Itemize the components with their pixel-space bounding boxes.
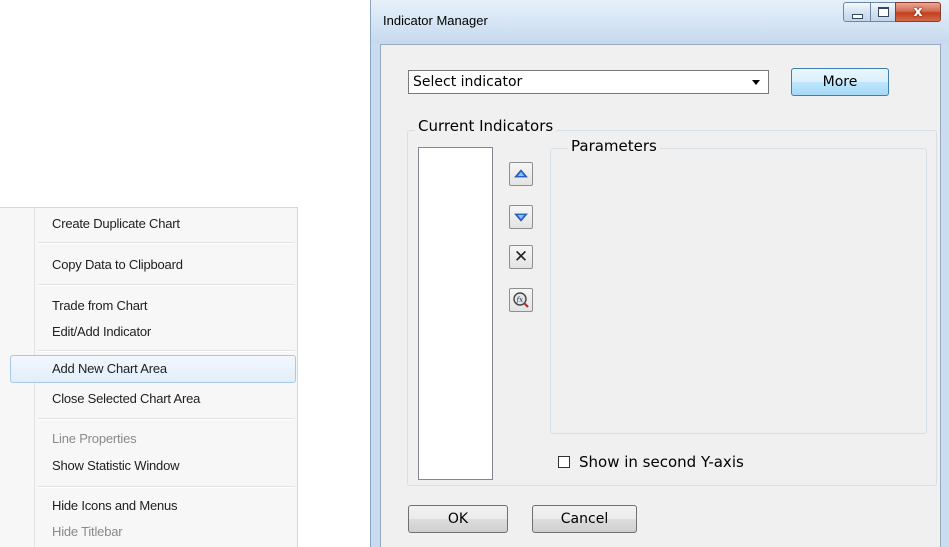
- menu-item-edit-add-indicator[interactable]: Edit/Add Indicator: [38, 318, 295, 346]
- menu-separator: [38, 418, 295, 420]
- ok-button[interactable]: OK: [408, 505, 508, 533]
- second-axis-checkbox[interactable]: [558, 456, 570, 468]
- window-title: Indicator Manager: [383, 13, 488, 28]
- dialog-client-area: Select indicator More Current Indicators…: [380, 44, 941, 547]
- current-indicators-list[interactable]: [418, 147, 493, 480]
- current-indicators-label: Current Indicators: [415, 117, 557, 135]
- chevron-down-icon[interactable]: [752, 80, 760, 85]
- indicator-select-value: Select indicator: [413, 74, 523, 90]
- menu-item-line-properties: Line Properties: [52, 431, 137, 446]
- formula-button[interactable]: fx: [509, 288, 533, 312]
- chart-context-menu: Create Duplicate Chart Copy Data to Clip…: [0, 207, 298, 547]
- second-axis-option[interactable]: Show in second Y-axis: [558, 453, 744, 471]
- second-axis-label[interactable]: Show in second Y-axis: [579, 453, 744, 471]
- maximize-icon: [877, 7, 889, 17]
- menu-separator: [38, 284, 295, 286]
- more-button[interactable]: More: [791, 68, 889, 96]
- parameters-label: Parameters: [568, 137, 660, 155]
- indicator-manager-window: Indicator Manager x Select indicator Mor…: [370, 0, 949, 547]
- menu-item-add-new-chart-area[interactable]: Add New Chart Area: [10, 355, 296, 383]
- minimize-button[interactable]: [843, 2, 871, 22]
- formula-magnifier-icon: fx: [513, 292, 529, 308]
- move-down-button[interactable]: [509, 205, 533, 229]
- svg-text:fx: fx: [516, 296, 524, 304]
- menu-item-hide-titlebar: Hide Titlebar: [52, 524, 123, 539]
- menu-item-hide-icons-and-menus[interactable]: Hide Icons and Menus: [38, 492, 295, 520]
- parameters-group: [550, 148, 927, 434]
- menu-item-close-selected-chart-area[interactable]: Close Selected Chart Area: [38, 385, 295, 413]
- menu-item-show-statistic-window[interactable]: Show Statistic Window: [38, 452, 295, 480]
- menu-item-trade-from-chart[interactable]: Trade from Chart: [38, 292, 295, 320]
- menu-separator: [38, 350, 295, 352]
- maximize-button[interactable]: [870, 2, 896, 22]
- close-icon: ✕: [513, 247, 529, 267]
- window-titlebar[interactable]: Indicator Manager x: [371, 0, 949, 44]
- move-up-button[interactable]: [509, 162, 533, 186]
- indicator-select[interactable]: Select indicator: [408, 70, 769, 94]
- menu-separator: [38, 242, 295, 244]
- minimize-icon: [851, 13, 863, 19]
- menu-item-copy-data-to-clipboard[interactable]: Copy Data to Clipboard: [38, 251, 295, 279]
- close-button[interactable]: x: [895, 2, 941, 22]
- remove-indicator-button[interactable]: ✕: [509, 245, 533, 269]
- caption-buttons: x: [843, 2, 941, 24]
- arrow-up-icon: [514, 169, 528, 178]
- cancel-button[interactable]: Cancel: [532, 505, 637, 533]
- menu-separator: [38, 486, 295, 488]
- menu-item-create-duplicate-chart[interactable]: Create Duplicate Chart: [38, 210, 295, 238]
- arrow-down-icon: [514, 213, 528, 222]
- close-icon: x: [913, 4, 923, 20]
